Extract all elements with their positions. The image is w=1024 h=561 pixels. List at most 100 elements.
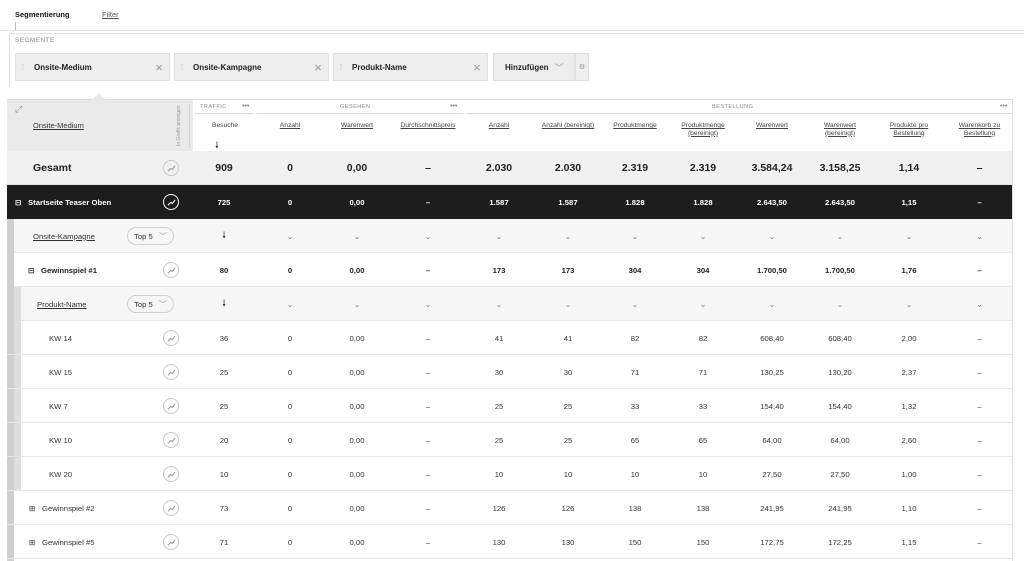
column-header-bestellung-anzahl[interactable]: Anzahl [467, 122, 531, 130]
column-header-warenwert[interactable]: Warenwert [324, 122, 390, 130]
trend-chart-icon[interactable] [163, 466, 179, 482]
table-row-total[interactable]: Gesamt 909 0 0,00 – 2.030 2.030 2.319 2.… [7, 151, 1013, 185]
segment-chip-onsite-medium[interactable]: ⋮ Onsite-Medium × [15, 53, 170, 81]
tab-filter[interactable]: Filter [102, 10, 119, 19]
chevron-down-icon[interactable]: ⌄ [603, 219, 667, 253]
table-row[interactable]: KW 7 25 0 0,00 – 25 25 33 33 154,40 154,40 1,32 – [7, 389, 1013, 423]
chevron-down-icon[interactable]: ⌄ [392, 219, 464, 253]
cell: 154,40 [828, 401, 852, 411]
trend-chart-icon[interactable] [163, 194, 179, 210]
chevron-down-icon[interactable]: ⌄ [603, 287, 667, 321]
top-n-select[interactable]: Top 5 ﹀ [127, 227, 174, 245]
chevron-down-icon[interactable]: ⌄ [671, 287, 735, 321]
cell: 33 [698, 401, 708, 411]
column-header-warenkorb-zu-bestellung[interactable]: Warenkorb zu Bestellung [946, 122, 1013, 137]
more-icon[interactable]: ••• [242, 103, 249, 110]
expand-icon[interactable]: ⊞ [29, 525, 35, 559]
cell: 20 [219, 435, 229, 445]
sort-desc-icon[interactable]: 🠗 [194, 287, 254, 321]
chevron-down-icon[interactable]: ⌄ [467, 219, 531, 253]
chevron-down-icon[interactable]: ⌄ [392, 287, 464, 321]
table-row[interactable]: ⊞ Gewinnspiel #2 73 0 0,00 – 126 126 138 138 241,9… [7, 491, 1013, 525]
segment-chip-onsite-kampagne[interactable]: ⋮ Onsite-Kampagne × [174, 53, 329, 81]
chevron-down-icon[interactable]: ⌄ [946, 287, 1013, 321]
chevron-down-icon[interactable]: ⌄ [740, 287, 804, 321]
chevron-down-icon[interactable]: ⌄ [671, 219, 735, 253]
drag-handle-icon[interactable]: ⋮ [336, 63, 346, 71]
sort-desc-icon[interactable]: 🠗 [194, 219, 254, 253]
chevron-down-icon[interactable]: ⌄ [808, 219, 872, 253]
group-divider [257, 113, 463, 114]
cell: – [425, 367, 431, 377]
table-row[interactable]: KW 10 20 0 0,00 – 25 25 65 65 64,00 64,00 2,60 – [7, 423, 1013, 457]
column-header-anzahl[interactable]: Anzahl [258, 122, 322, 130]
more-icon[interactable]: ••• [450, 103, 457, 110]
segment-chip-produkt-name[interactable]: ⋮ Produkt-Name × [333, 53, 488, 81]
close-icon[interactable]: × [149, 60, 169, 75]
row-label: Startseite Teaser Oben [28, 197, 112, 207]
trend-chart-icon[interactable] [163, 534, 179, 550]
column-header-besuche[interactable]: Besuche [196, 122, 254, 130]
trend-chart-icon[interactable] [163, 500, 179, 516]
table-row[interactable]: KW 20 10 0 0,00 – 10 10 10 10 27,50 27,50 1,00 – [7, 457, 1013, 491]
chevron-down-icon[interactable]: ⌄ [876, 219, 942, 253]
chevron-down-icon[interactable]: ⌄ [536, 219, 600, 253]
segment-settings-icon[interactable]: ⚙ [575, 53, 589, 81]
chevron-down-icon[interactable]: ⌄ [536, 287, 600, 321]
tab-segmentierung[interactable]: Segmentierung [15, 10, 70, 19]
cell: – [425, 333, 431, 343]
table-row[interactable]: KW 15 25 0 0,00 – 30 30 71 71 130,25 130,20 2,37 – [7, 355, 1013, 389]
column-header-produkte-pro-bestellung[interactable]: Produkte pro Bestellung [876, 122, 942, 137]
trend-chart-icon[interactable] [163, 262, 179, 278]
cell: 304 [628, 265, 642, 275]
column-header-bestellung-warenwert[interactable]: Warenwert [740, 122, 804, 130]
add-segment-dropdown[interactable]: Hinzufügen ﹀ [493, 53, 575, 81]
expand-icon[interactable]: ⤢ [15, 104, 22, 115]
column-header-produktmenge[interactable]: Produktmenge [603, 122, 667, 130]
trend-chart-icon[interactable] [163, 432, 179, 448]
expand-icon[interactable]: ⊞ [29, 491, 35, 525]
drag-handle-icon[interactable]: ⋮ [177, 63, 187, 71]
chevron-down-icon[interactable]: ⌄ [324, 219, 390, 253]
cell: – [977, 435, 982, 445]
trend-chart-icon[interactable] [163, 398, 179, 414]
trend-chart-icon[interactable] [163, 330, 179, 346]
table-row-subgroup[interactable]: ⊟ Gewinnspiel #1 80 0 0,00 – 173 173 304… [14, 253, 1013, 287]
dimension-picker-label[interactable]: Onsite-Kampagne [33, 219, 95, 253]
more-icon[interactable]: ••• [1000, 103, 1007, 110]
chevron-down-icon[interactable]: ⌄ [467, 287, 531, 321]
cell: 30 [494, 367, 504, 377]
cell: 41 [494, 333, 504, 343]
trend-chart-icon[interactable] [163, 364, 179, 380]
table-row-group[interactable]: ⊟ Startseite Teaser Oben 725 0 0,00 – 1.… [7, 185, 1013, 219]
collapse-icon[interactable]: ⊟ [15, 185, 21, 219]
close-icon[interactable]: × [467, 60, 487, 75]
cell: 0 [287, 435, 293, 445]
chevron-down-icon[interactable]: ⌄ [808, 287, 872, 321]
close-icon[interactable]: × [308, 60, 328, 75]
table-row[interactable]: ⊞ Gewinnspiel #5 71 0 0,00 – 130 130 150 150 172,7… [7, 525, 1013, 559]
column-header-durchschnittspreis[interactable]: Durchschnittspreis [392, 122, 464, 130]
cell: 1,14 [898, 162, 920, 174]
table-row[interactable]: KW 14 36 0 0,00 – 41 41 82 82 608,40 608,40 2,00 – [7, 321, 1013, 355]
top-n-select[interactable]: Top 5 ﹀ [127, 295, 174, 313]
chevron-down-icon[interactable]: ⌄ [258, 287, 322, 321]
cell: 36 [219, 333, 229, 343]
column-header-warenwert-bereinigt[interactable]: Warenwert (bereinigt) [808, 122, 872, 137]
chevron-down-icon[interactable]: ⌄ [876, 287, 942, 321]
cell: – [425, 503, 431, 513]
chevron-down-icon[interactable]: ⌄ [946, 219, 1013, 253]
chevron-down-icon[interactable]: ⌄ [740, 219, 804, 253]
cell: 10 [698, 469, 708, 479]
drag-handle-icon[interactable]: ⋮ [18, 63, 28, 71]
cell: 80 [219, 265, 229, 275]
column-header-anzahl-bereinigt[interactable]: Anzahl (bereinigt) [536, 122, 600, 130]
dimension-picker-label[interactable]: Produkt-Name [37, 287, 87, 321]
chevron-down-icon[interactable]: ⌄ [324, 287, 390, 321]
column-header-produktmenge-bereinigt[interactable]: Produktmenge (bereinigt) [671, 122, 735, 137]
dimension-header-label[interactable]: Onsite-Medium [33, 121, 84, 130]
chevron-down-icon[interactable]: ⌄ [258, 219, 322, 253]
trend-chart-icon[interactable] [163, 160, 179, 176]
collapse-icon[interactable]: ⊟ [28, 253, 34, 287]
cell: 1.828 [625, 197, 645, 207]
